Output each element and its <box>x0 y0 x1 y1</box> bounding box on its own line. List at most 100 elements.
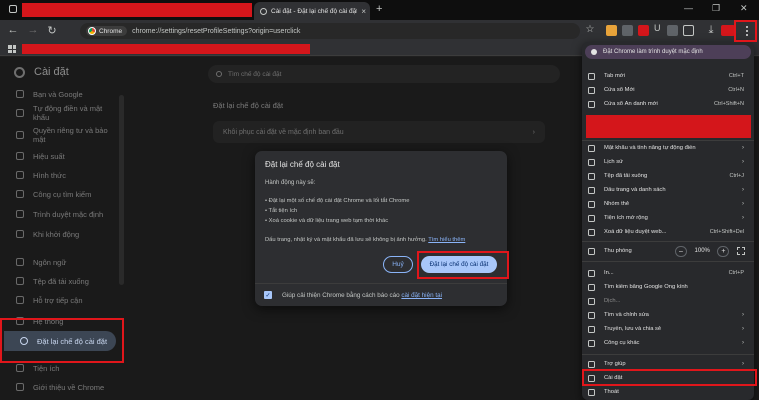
tab-settings[interactable]: Cài đặt - Đặt lại chế độ cài đặt × <box>254 2 370 20</box>
menu-item-google-lens[interactable]: Tìm kiếm bằng Google Ống kính <box>588 281 750 293</box>
exit-icon <box>588 388 595 396</box>
menu-divider <box>582 241 754 242</box>
extensions-puzzle-icon[interactable] <box>683 25 694 36</box>
lens-icon <box>588 283 595 291</box>
menu-item-find-edit[interactable]: Tìm và chỉnh sửa › <box>588 309 750 321</box>
menu-item-print[interactable]: In... Ctrl+P <box>588 267 750 279</box>
sidebar-item-accessibility[interactable]: Hỗ trợ tiếp cận <box>0 291 120 309</box>
translate-icon <box>588 297 595 305</box>
sidebar-item-languages[interactable]: Ngôn ngữ <box>0 253 120 271</box>
find-icon <box>588 311 595 319</box>
forward-button[interactable]: → <box>26 24 40 36</box>
url-text[interactable]: chrome://settings/resetProfileSettings?o… <box>132 28 300 35</box>
bookmark-star-icon[interactable]: ☆ <box>583 24 597 35</box>
sidebar-item-appearance[interactable]: Hình thức <box>0 166 120 184</box>
chevron-right-icon: › <box>742 201 744 207</box>
sidebar-item-reset-settings[interactable]: Đặt lại chế độ cài đặt <box>4 331 116 351</box>
menu-item-downloads[interactable]: Tệp đã tải xuống Ctrl+J <box>588 170 750 182</box>
zoom-in-button[interactable]: + <box>717 245 730 257</box>
redacted-bookmarks[interactable] <box>22 44 310 54</box>
extension-icon[interactable] <box>667 25 678 36</box>
sidebar-item-system[interactable]: Hệ thống <box>0 312 120 330</box>
sidebar-item-about-chrome[interactable]: Giới thiệu về Chrome <box>0 378 120 396</box>
cancel-button[interactable]: Huỷ <box>383 256 413 273</box>
menu-item-tab-groups[interactable]: Nhóm thẻ › <box>588 198 750 210</box>
sidebar-item-performance[interactable]: Hiệu suất <box>0 147 120 165</box>
extension-icon[interactable] <box>638 25 649 36</box>
close-window-button[interactable]: ✕ <box>740 3 748 14</box>
minimize-button[interactable]: — <box>684 3 693 13</box>
chevron-right-icon: › <box>532 128 535 136</box>
sidebar-scrollbar[interactable] <box>119 95 124 285</box>
settings-search[interactable]: Tìm chế độ cài đặt <box>208 65 560 83</box>
google-icon <box>16 90 24 98</box>
maximize-button[interactable]: ❐ <box>712 3 720 14</box>
menu-item-more-tools[interactable]: Công cụ khác › <box>588 337 750 349</box>
new-tab-icon <box>588 72 595 80</box>
tab-close-icon[interactable]: × <box>361 7 366 16</box>
current-settings-link[interactable]: cài đặt hiện tại <box>401 292 442 299</box>
zoom-out-button[interactable]: – <box>675 245 687 257</box>
menu-label: Tab mới <box>604 73 625 79</box>
menu-item-exit[interactable]: Thoát <box>588 386 750 398</box>
sidebar-item-extensions[interactable]: Tiện ích <box>0 359 120 377</box>
new-tab-button[interactable]: + <box>376 3 382 15</box>
settings-sidebar: Cài đặt Bạn và Google Tự động điền và mậ… <box>0 57 128 400</box>
downloads-icon[interactable]: ⤓ <box>704 24 718 37</box>
menu-item-clear-data[interactable]: Xoá dữ liệu duyệt web... Ctrl+Shift+Del <box>588 226 750 238</box>
set-default-banner[interactable]: Đặt Chrome làm trình duyệt mặc định <box>585 45 751 59</box>
chrome-chip[interactable]: Chrome <box>86 26 128 36</box>
printer-icon <box>588 269 595 277</box>
menu-label: Tệp đã tải xuống <box>604 173 648 179</box>
profile-avatar[interactable] <box>721 25 735 36</box>
zoom-level: 100% <box>694 248 710 254</box>
address-bar[interactable]: Chrome chrome://settings/resetProfileSet… <box>80 23 580 39</box>
sidebar-item-downloads[interactable]: Tệp đã tải xuống <box>0 272 120 290</box>
help-icon <box>588 360 595 368</box>
reload-button[interactable]: ↻ <box>45 24 59 37</box>
search-icon <box>216 71 222 77</box>
reset-settings-button[interactable]: Đặt lại chế độ cài đặt <box>421 256 497 273</box>
menu-label: Thu phóng <box>604 248 632 254</box>
menu-item-history[interactable]: Lịch sử › <box>588 156 750 168</box>
menu-item-settings[interactable]: Cài đặt <box>588 372 750 384</box>
sidebar-item-search-engine[interactable]: Công cụ tìm kiếm <box>0 185 120 203</box>
footer-text: Giúp cải thiện Chrome bằng cách báo cáo … <box>282 292 442 299</box>
apps-grid-icon[interactable] <box>8 45 16 53</box>
sidebar-item-label: Hình thức <box>33 170 66 180</box>
menu-item-new-tab[interactable]: Tab mới Ctrl+T <box>588 70 750 82</box>
menu-item-translate[interactable]: Dịch... <box>588 295 750 307</box>
reset-icon <box>20 337 28 345</box>
sidebar-item-you-and-google[interactable]: Bạn và Google <box>0 85 120 103</box>
extension-icon[interactable] <box>622 25 633 36</box>
sidebar-item-autofill[interactable]: Tự động điền và mật khẩu <box>0 104 120 122</box>
redacted-tab[interactable] <box>22 3 252 17</box>
learn-more-link[interactable]: Tìm hiểu thêm <box>428 237 465 243</box>
menu-item-cast-save-share[interactable]: Truyền, lưu và chia sẻ › <box>588 323 750 335</box>
u-extension-icon[interactable]: U <box>654 23 665 34</box>
restore-defaults-row[interactable]: Khôi phục cài đặt về mặc định ban đầu › <box>213 121 545 143</box>
report-checkbox[interactable]: ✓ <box>264 291 272 299</box>
wrench-icon <box>16 317 24 325</box>
menu-item-passwords[interactable]: Mật khẩu và tính năng tự động điền › <box>588 142 750 154</box>
menu-item-incognito[interactable]: Cửa sổ Ẩn danh mới Ctrl+Shift+N <box>588 98 750 110</box>
sidebar-item-on-startup[interactable]: Khi khởi động <box>0 225 120 243</box>
chrome-menu-icon[interactable] <box>738 21 755 41</box>
menu-item-bookmarks[interactable]: Dấu trang và danh sách › <box>588 184 750 196</box>
gear-icon <box>588 374 595 382</box>
menu-divider <box>582 140 754 141</box>
back-button[interactable]: ← <box>6 24 20 36</box>
sidebar-item-default-browser[interactable]: Trình duyệt mặc định <box>0 205 120 223</box>
menu-item-new-window[interactable]: Cửa sổ Mới Ctrl+N <box>588 84 750 96</box>
menu-label: Xoá dữ liệu duyệt web... <box>604 229 667 235</box>
shield-icon <box>16 131 24 139</box>
tab-search-icon[interactable] <box>9 5 17 13</box>
menu-item-extensions[interactable]: Tiện ích mở rộng › <box>588 212 750 224</box>
redacted-profile-section[interactable] <box>586 115 751 138</box>
sidebar-item-label: Đặt lại chế độ cài đặt <box>37 336 108 346</box>
fullscreen-icon[interactable] <box>737 247 745 255</box>
key-icon <box>588 144 595 152</box>
extension-icon[interactable] <box>606 25 617 36</box>
menu-item-help[interactable]: Trợ giúp › <box>588 358 750 370</box>
sidebar-item-privacy[interactable]: Quyền riêng tư và bảo mật <box>0 123 120 147</box>
